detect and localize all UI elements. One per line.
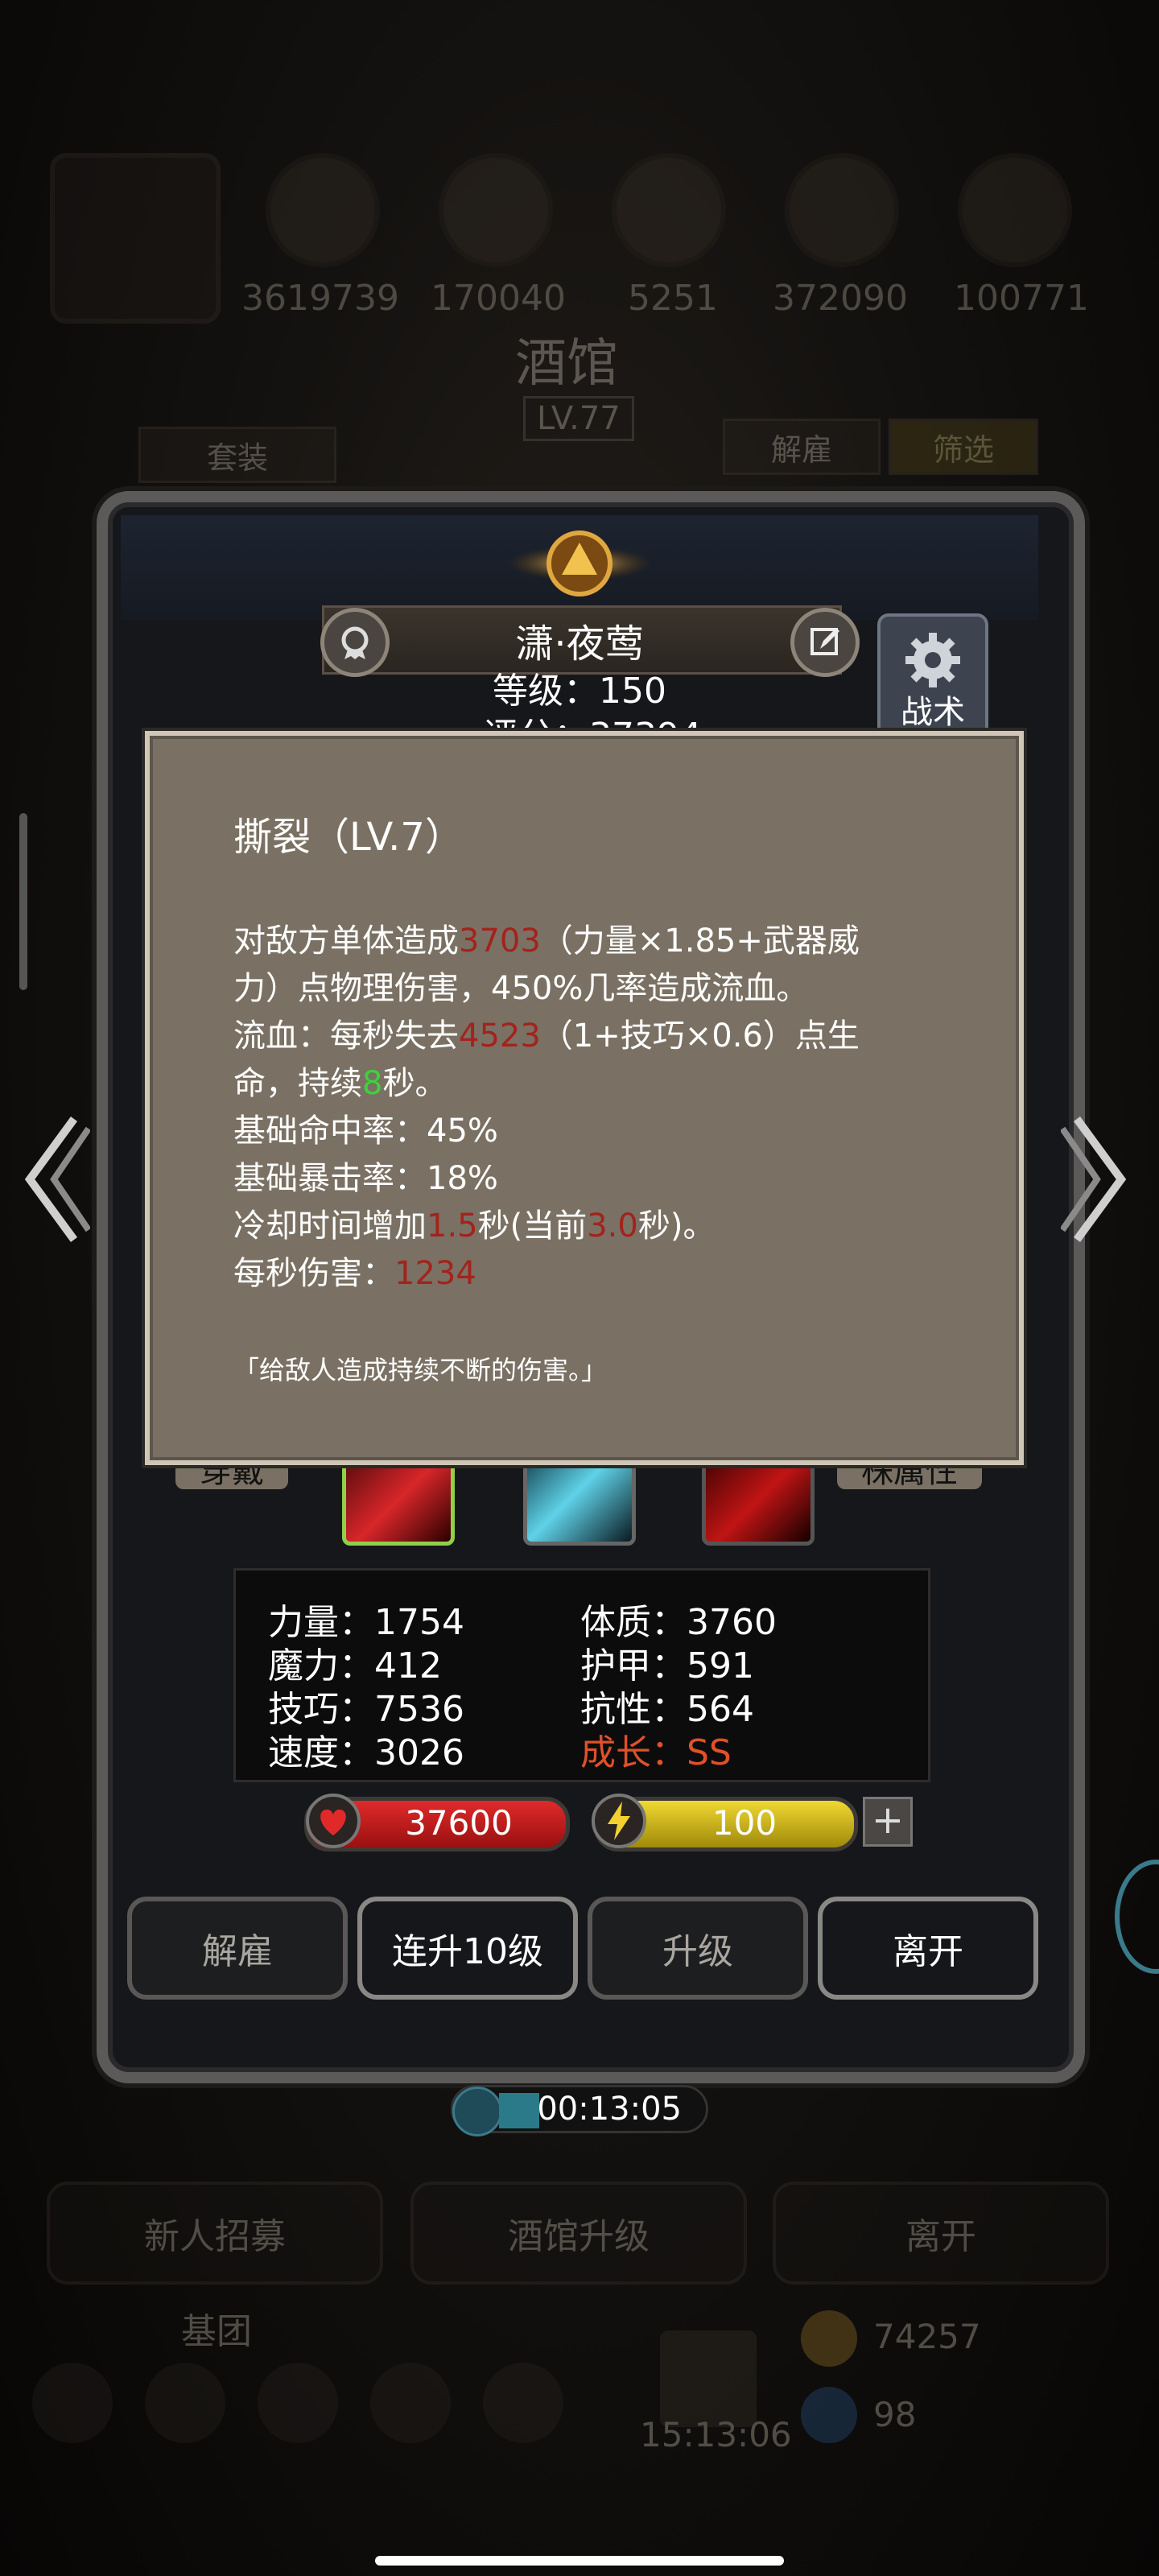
timer-progress xyxy=(499,2093,539,2128)
next-hero-arrow-icon[interactable] xyxy=(1061,1111,1133,1248)
desc-line-8: 每秒伤害：1234 xyxy=(233,1255,476,1292)
tactics-label: 战术 xyxy=(901,694,965,731)
tavern-level: LV.77 xyxy=(523,396,634,441)
lightning-icon xyxy=(592,1794,646,1848)
desc-line-3: 流血：每秒失去4523（1+技巧×0.6）点生 xyxy=(233,1018,860,1055)
hero-name: 潇·夜莺 xyxy=(515,621,644,667)
desc-line-7: 冷却时间增加1.5秒(当前3.0秒)。 xyxy=(233,1208,716,1245)
back-button[interactable] xyxy=(50,153,221,324)
set-tab[interactable]: 套装 xyxy=(138,427,336,483)
desc-line-5: 基础命中率：45% xyxy=(233,1113,498,1150)
resource-value-2: 170040 xyxy=(431,278,566,319)
add-energy-button[interactable]: + xyxy=(863,1797,913,1847)
desc-line-4: 命，持续8秒。 xyxy=(233,1065,448,1102)
resource-value-4: 372090 xyxy=(773,278,908,319)
gem-icon xyxy=(801,2387,857,2443)
gift-icon[interactable] xyxy=(660,2330,757,2427)
energy-value: 100 xyxy=(711,1803,777,1843)
heart-icon xyxy=(306,1794,361,1848)
desc-line-1: 对敌方单体造成3703（力量×1.85+武器威 xyxy=(233,923,860,960)
stat-growth: 成长：SS xyxy=(580,1732,732,1773)
resource-icon-4 xyxy=(785,153,899,267)
bottom-menu-icons[interactable] xyxy=(32,2363,563,2451)
resource-value-3: 5251 xyxy=(628,278,718,319)
home-indicator[interactable] xyxy=(375,2556,784,2566)
desc-line-6: 基础暴击率：18% xyxy=(233,1160,498,1197)
resource-icon-5 xyxy=(958,153,1072,267)
skill-description: 对敌方单体造成3703（力量×1.85+武器威 力）点物理伤害，450%几率造成… xyxy=(233,918,958,1298)
resource-icon-3 xyxy=(612,153,726,267)
scroll-indicator xyxy=(19,813,27,990)
stats-box: 力量：1754 体质：3760 魔力：412 护甲：591 技巧：7536 抗性… xyxy=(233,1568,930,1782)
recruit-button[interactable]: 新人招募 xyxy=(47,2182,383,2285)
skill-quote: 「给敌人造成持续不断的伤害。」 xyxy=(233,1355,608,1385)
upgrade-button[interactable]: 升级 xyxy=(588,1897,808,2000)
dismiss-tab[interactable]: 解雇 xyxy=(723,419,881,475)
group-label: 基团 xyxy=(181,2311,252,2352)
hero-score-partial: 评分：37394 xyxy=(483,707,702,731)
clock-text: 15:13:06 xyxy=(640,2415,792,2454)
resource-value-5: 100771 xyxy=(954,278,1089,319)
timer-text: 00:13:05 xyxy=(537,2091,682,2128)
gear-icon xyxy=(905,633,960,687)
emblem-icon xyxy=(507,530,652,597)
gold-icon xyxy=(801,2310,857,2367)
gold-value: 74257 xyxy=(873,2317,981,2356)
timer-icon xyxy=(452,2087,502,2136)
stat-speed: 速度：3026 xyxy=(268,1732,464,1773)
skill-title: 撕裂（LV.7） xyxy=(233,815,464,860)
filter-tab[interactable]: 筛选 xyxy=(889,419,1038,475)
desc-line-2: 力）点物理伤害，450%几率造成流血。 xyxy=(233,970,809,1007)
resource-icon-1 xyxy=(266,153,380,267)
dismiss-button[interactable]: 解雇 xyxy=(127,1897,348,2000)
leave-button[interactable]: 离开 xyxy=(818,1897,1038,2000)
hero-level: 等级：150 xyxy=(493,671,666,712)
leave-tavern-button[interactable]: 离开 xyxy=(773,2182,1109,2285)
resource-value-1: 3619739 xyxy=(241,278,399,319)
resource-icon-2 xyxy=(439,153,553,267)
tavern-title: 酒馆 xyxy=(515,334,618,394)
prev-hero-arrow-icon[interactable] xyxy=(18,1111,90,1248)
hp-value: 37600 xyxy=(405,1803,513,1843)
tactics-button[interactable]: 战术 xyxy=(877,613,988,741)
tavern-upgrade-button[interactable]: 酒馆升级 xyxy=(410,2182,747,2285)
gem-value: 98 xyxy=(873,2395,917,2434)
level-up-10-button[interactable]: 连升10级 xyxy=(357,1897,578,2000)
